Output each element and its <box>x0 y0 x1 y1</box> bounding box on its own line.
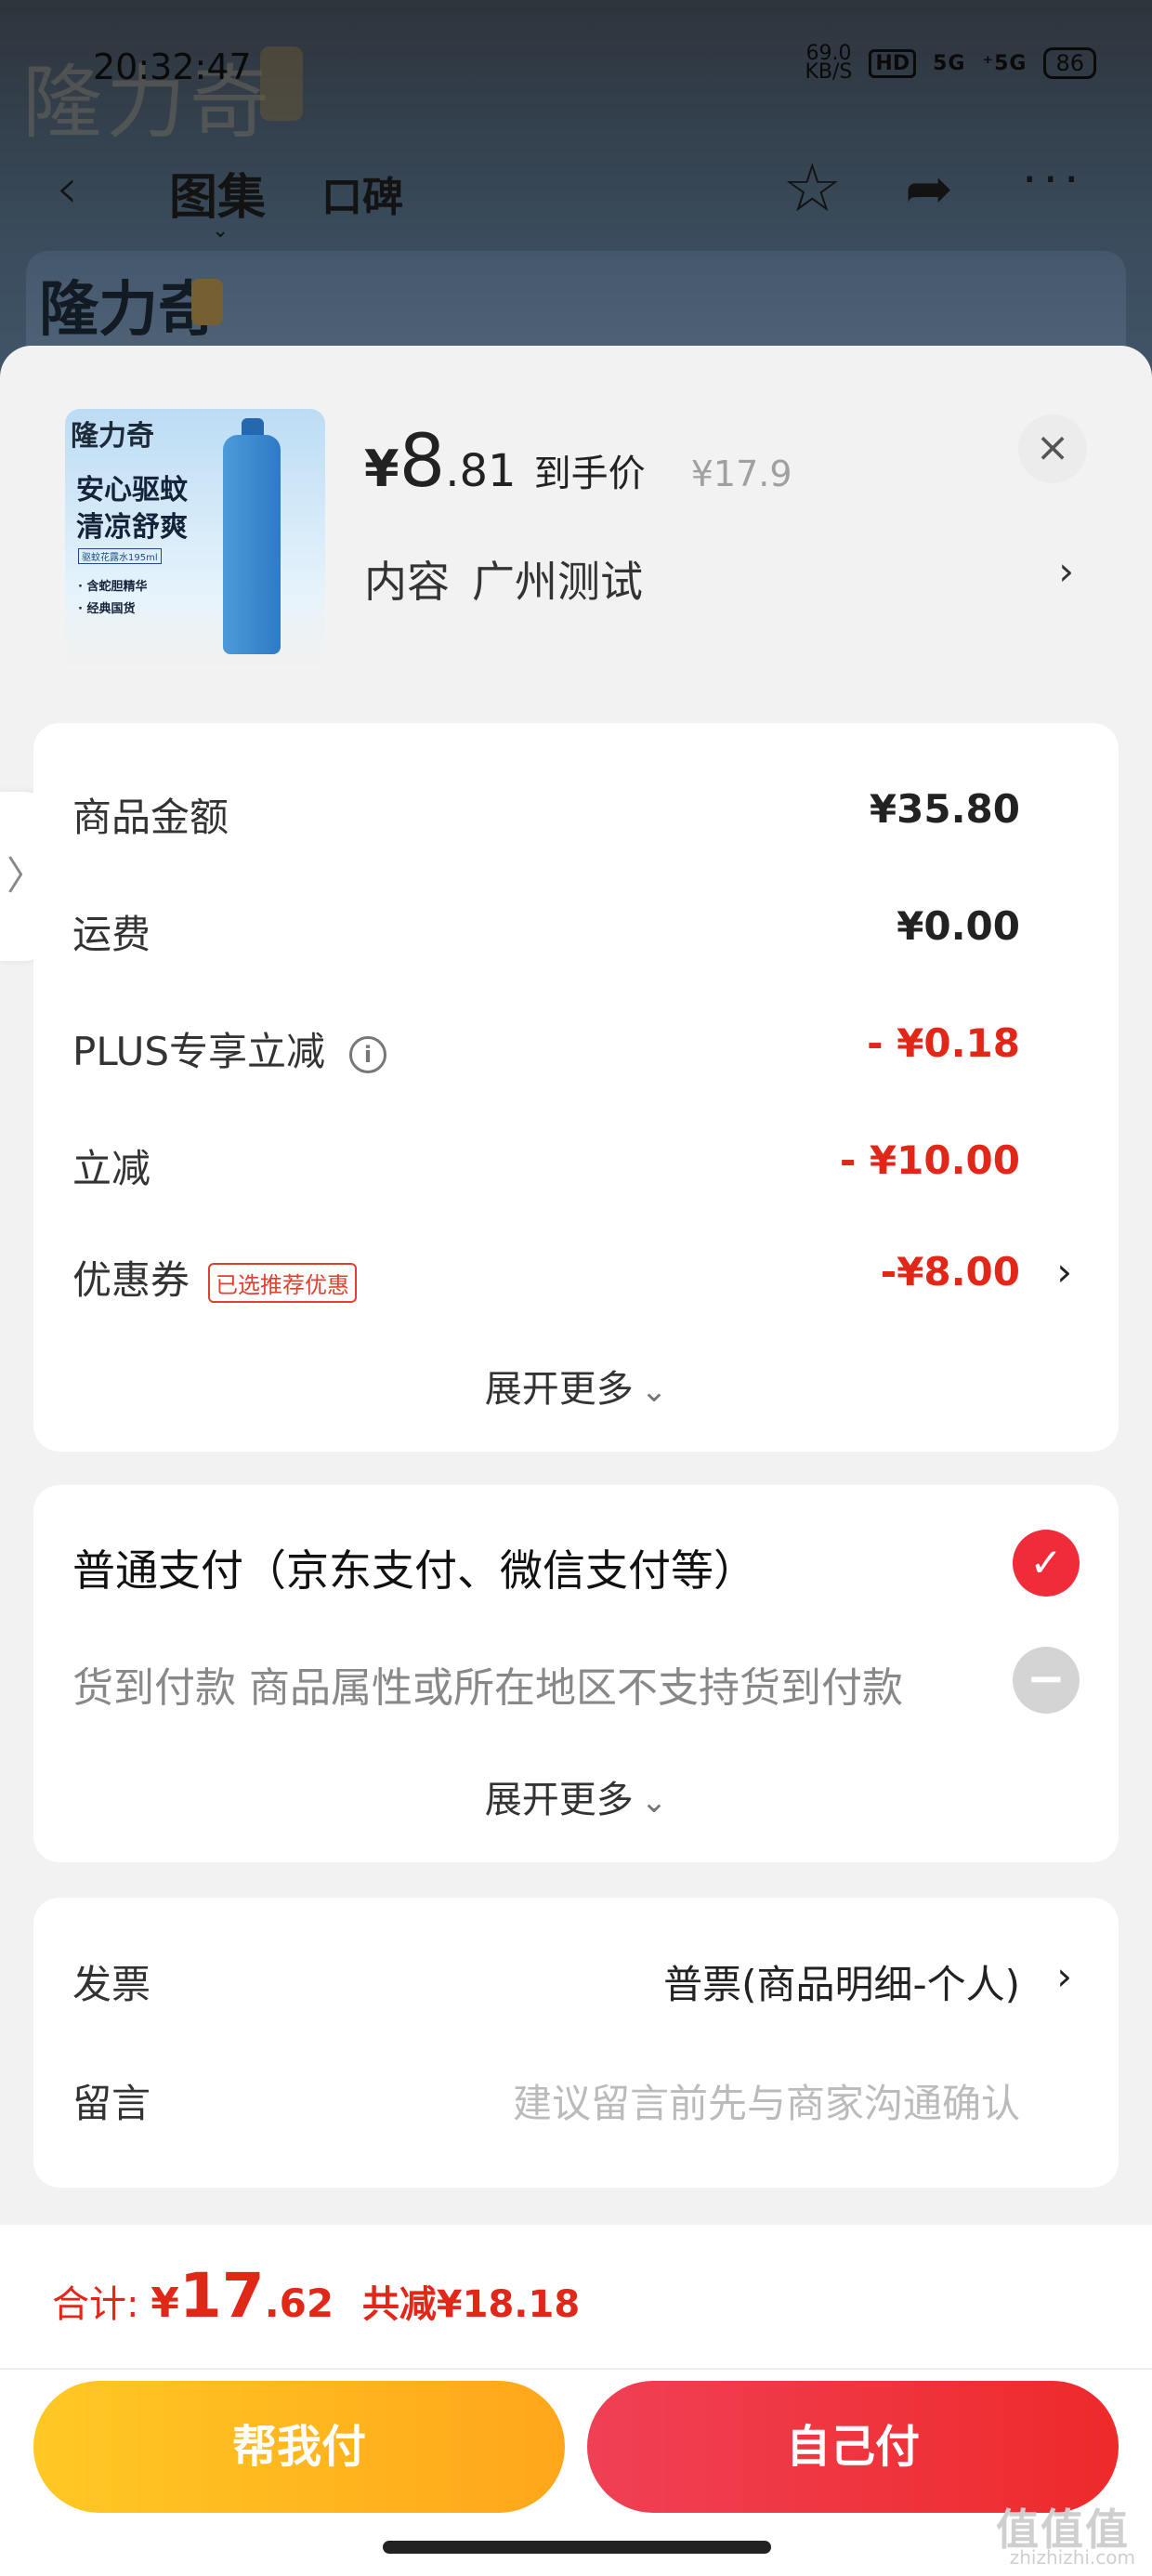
payment-option-label: 普通支付（京东支付、微信支付等） <box>72 1545 756 1596</box>
cost-label-plus: PLUS专享立减 i <box>72 1020 387 1077</box>
watermark-url: zhizhizhi.com <box>1009 2546 1135 2569</box>
cost-row-shipping: 运费 ¥0.00 <box>72 903 1080 968</box>
home-indicator[interactable] <box>383 2541 771 2554</box>
price-row: ¥8.81 到手价 ¥17.9 <box>364 420 792 504</box>
expand-more-button[interactable]: 展开更多 ⌄ <box>33 1359 1119 1413</box>
coupon-label-group: 优惠券 已选推荐优惠 <box>72 1249 358 1306</box>
total-price: 合计: ¥17.62 共减¥18.18 <box>52 2260 580 2332</box>
cost-label: PLUS专享立减 <box>72 1029 326 1074</box>
chevron-right-icon[interactable]: › <box>1056 1249 1072 1295</box>
total-label: 合计: <box>52 2283 139 2326</box>
invoice-label: 发票 <box>72 1962 151 2007</box>
chevron-down-icon: ⌄ <box>640 1783 668 1820</box>
thumb-feature-2: · 经典国货 <box>78 602 136 616</box>
close-button[interactable]: × <box>1018 414 1087 483</box>
cost-row-discount: 立减 - ¥10.00 <box>72 1137 1080 1203</box>
cost-row-coupon[interactable]: 优惠券 已选推荐优惠 -¥8.00 › <box>72 1249 1080 1314</box>
thumb-slogan-line1: 安心驱蚊 <box>76 474 188 506</box>
spec-value: 广州测试 <box>472 557 643 607</box>
check-icon[interactable]: ✓ <box>1013 1530 1080 1597</box>
cost-card: 商品金额 ¥35.80 运费 ¥0.00 PLUS专享立减 i - ¥0.18 立… <box>33 723 1119 1452</box>
cost-row-goods: 商品金额 ¥35.80 <box>72 786 1080 851</box>
thumb-slogan: 安心驱蚊 清凉舒爽 <box>76 472 188 546</box>
info-icon[interactable]: i <box>349 1035 387 1073</box>
expand-more-label: 展开更多 <box>484 1368 634 1411</box>
total-currency: ¥ <box>151 2280 179 2327</box>
extras-card: 发票 普票(商品明细-个人) › 留言 建议留言前先与商家沟通确认 <box>33 1898 1119 2188</box>
total-integer: 17 <box>178 2260 265 2332</box>
price-decimal: .81 <box>445 445 517 497</box>
product-bottle <box>223 435 281 654</box>
expand-more-button[interactable]: 展开更多 ⌄ <box>33 1769 1119 1823</box>
cost-label: 优惠券 <box>72 1257 190 1303</box>
cost-value: - ¥0.18 <box>867 1020 1020 1066</box>
spec-selector[interactable]: 内容 广州测试 <box>364 548 643 610</box>
spec-chevron-icon[interactable]: › <box>1058 548 1074 594</box>
message-label: 留言 <box>72 2081 151 2126</box>
self-pay-button[interactable]: 自己付 <box>587 2381 1119 2513</box>
total-decimal: .62 <box>264 2280 334 2326</box>
expand-more-label: 展开更多 <box>484 1779 634 1821</box>
price-label: 到手价 <box>533 453 646 495</box>
cost-label: 商品金额 <box>72 795 229 840</box>
total-saved: 共减¥18.18 <box>361 2283 581 2326</box>
payment-card: 普通支付（京东支付、微信支付等） ✓ 货到付款 商品属性或所在地区不支持货到付款… <box>33 1485 1119 1862</box>
coupon-badge: 已选推荐优惠 <box>208 1263 358 1303</box>
price-currency: ¥ <box>364 440 399 498</box>
thumb-brand-logo: 隆力奇 <box>71 420 154 453</box>
original-price: ¥17.9 <box>690 453 792 494</box>
message-row[interactable]: 留言 建议留言前先与商家沟通确认 <box>72 2072 1080 2137</box>
thumb-slogan-line2: 清凉舒爽 <box>76 511 188 544</box>
disabled-icon: − <box>1013 1647 1080 1714</box>
cost-value: ¥35.80 <box>869 786 1020 832</box>
footer-divider <box>0 2368 1152 2370</box>
chevron-down-icon: ⌄ <box>640 1373 668 1410</box>
cost-label: 运费 <box>72 912 151 957</box>
price-integer: 8 <box>399 420 446 504</box>
message-input[interactable]: 建议留言前先与商家沟通确认 <box>513 2072 1020 2129</box>
cost-value: ¥0.00 <box>897 903 1020 949</box>
thumb-feature-1: · 含蛇胆精华 <box>78 580 148 594</box>
cost-value: - ¥10.00 <box>839 1137 1020 1183</box>
thumb-features: · 含蛇胆精华 · 经典国货 <box>78 576 147 621</box>
product-thumbnail: 隆力奇 安心驱蚊 清凉舒爽 驱蚊花露水195ml · 含蛇胆精华 · 经典国货 <box>65 409 325 671</box>
cost-value: -¥8.00 <box>880 1249 1020 1295</box>
spec-label: 内容 <box>364 557 450 607</box>
chevron-right-icon[interactable]: › <box>1056 1953 1072 1999</box>
payment-option-cod: 货到付款 商品属性或所在地区不支持货到付款 − <box>72 1647 1080 1714</box>
cost-label: 立减 <box>72 1146 151 1191</box>
thumb-spec-label: 驱蚊花露水195ml <box>78 548 162 564</box>
invoice-row[interactable]: 发票 普票(商品明细-个人) › <box>72 1953 1080 2018</box>
cost-row-plus: PLUS专享立减 i - ¥0.18 <box>72 1020 1080 1085</box>
help-pay-button[interactable]: 帮我付 <box>33 2381 565 2513</box>
payment-option-label: 货到付款 商品属性或所在地区不支持货到付款 <box>72 1664 903 1712</box>
payment-option-normal[interactable]: 普通支付（京东支付、微信支付等） ✓ <box>72 1530 1080 1598</box>
invoice-value: 普票(商品明细-个人) <box>663 1962 1020 2007</box>
